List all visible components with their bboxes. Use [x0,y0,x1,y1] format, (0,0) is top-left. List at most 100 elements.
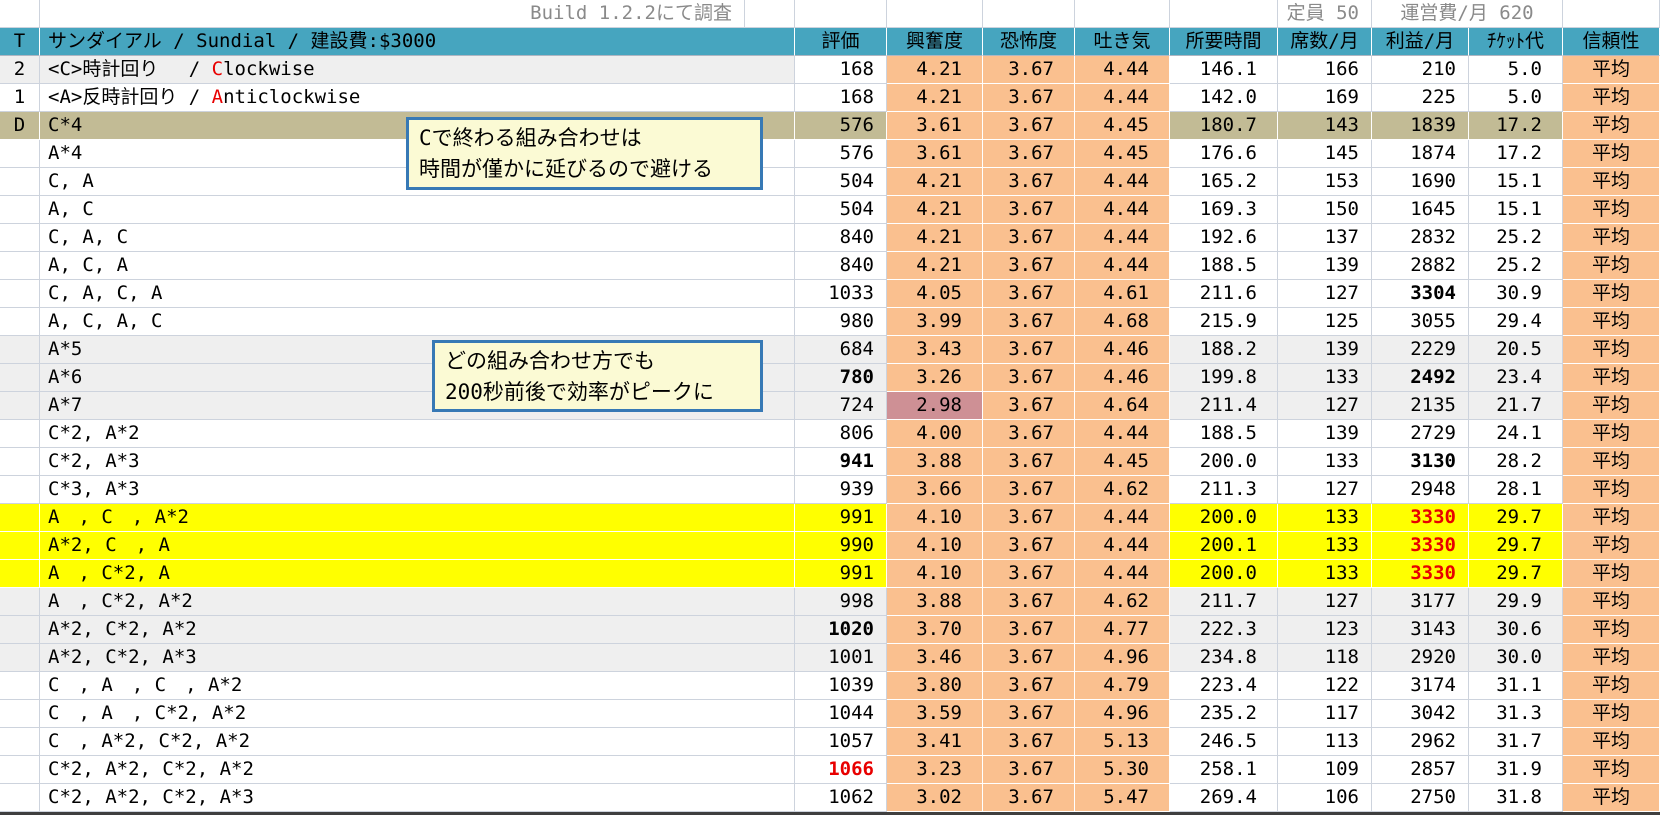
cell-profit-per-month[interactable]: 2135 [1372,392,1469,420]
cell-seats-per-month[interactable]: 118 [1278,644,1372,672]
cell-reliability[interactable]: 平均 [1563,728,1660,756]
cell-profit-per-month[interactable]: 2832 [1372,224,1469,252]
cell-combination-name[interactable]: A*2, C , A [40,532,795,560]
cell-combination-name[interactable]: A*2, C*2, A*3 [40,644,795,672]
cell-fear[interactable]: 3.67 [983,532,1075,560]
cell-duration[interactable]: 215.9 [1170,308,1278,336]
cell-ticket-price[interactable]: 15.1 [1469,168,1563,196]
cell-fear[interactable]: 3.67 [983,308,1075,336]
cell-reliability[interactable]: 平均 [1563,532,1660,560]
cell-rating[interactable]: 1039 [795,672,887,700]
cell-fear[interactable]: 3.67 [983,364,1075,392]
cell-seats-per-month[interactable]: 133 [1278,448,1372,476]
cell-ticket-price[interactable]: 29.7 [1469,532,1563,560]
cell-excitement[interactable]: 3.23 [887,756,983,784]
cell-ticket-price[interactable]: 28.1 [1469,476,1563,504]
cell-duration[interactable]: 200.0 [1170,504,1278,532]
cell-ticket-price[interactable]: 31.1 [1469,672,1563,700]
cell-profit-per-month[interactable]: 2948 [1372,476,1469,504]
cell-combination-name[interactable]: C, A, C, A [40,280,795,308]
cell-excitement[interactable]: 4.21 [887,168,983,196]
cell-t[interactable] [0,476,40,504]
cell-profit-per-month[interactable]: 225 [1372,84,1469,112]
cell-profit-per-month[interactable]: 3330 [1372,532,1469,560]
cell-ticket-price[interactable]: 29.7 [1469,560,1563,588]
cell-reliability[interactable]: 平均 [1563,672,1660,700]
cell-ticket-price[interactable]: 29.9 [1469,588,1563,616]
cell-duration[interactable]: 188.5 [1170,420,1278,448]
cell-reliability[interactable]: 平均 [1563,280,1660,308]
cell-seats-per-month[interactable]: 133 [1278,532,1372,560]
cell-fear[interactable]: 3.67 [983,560,1075,588]
cell-duration[interactable]: 180.7 [1170,112,1278,140]
cell-reliability[interactable]: 平均 [1563,644,1660,672]
cell-seats-per-month[interactable]: 139 [1278,336,1372,364]
callout-efficiency-peak-200s[interactable]: どの組み合わせ方でも 200秒前後で効率がピークに [432,340,763,412]
cell-ticket-price[interactable]: 25.2 [1469,252,1563,280]
cell-seats-per-month[interactable]: 127 [1278,588,1372,616]
cell-excitement[interactable]: 3.88 [887,448,983,476]
cell-t[interactable] [0,392,40,420]
cell-combination-name[interactable]: C*2, A*2, C*2, A*2 [40,756,795,784]
cell-t[interactable] [0,532,40,560]
build-note[interactable]: Build 1.2.2にて調査 [40,0,745,28]
cell-profit-per-month[interactable]: 2920 [1372,644,1469,672]
cell-combination-name[interactable]: C*2, A*2 [40,420,795,448]
cell-excitement[interactable]: 4.21 [887,84,983,112]
cell-combination-name[interactable]: <A>反時計回り / Anticlockwise [40,84,795,112]
cell-profit-per-month[interactable]: 2857 [1372,756,1469,784]
cell-blank[interactable] [983,0,1075,28]
cell-t[interactable] [0,308,40,336]
cell-seats-per-month[interactable]: 145 [1278,140,1372,168]
cell-reliability[interactable]: 平均 [1563,448,1660,476]
cell-fear[interactable]: 3.67 [983,392,1075,420]
cell-profit-per-month[interactable]: 3143 [1372,616,1469,644]
cell-profit-per-month[interactable]: 210 [1372,56,1469,84]
cell-t[interactable] [0,224,40,252]
cell-t[interactable] [0,420,40,448]
cell-fear[interactable]: 3.67 [983,420,1075,448]
callout-avoid-ending-with-c[interactable]: Cで終わる組み合わせは 時間が僅かに延びるので避ける [406,117,763,190]
cell-excitement[interactable]: 3.66 [887,476,983,504]
cell-rating[interactable]: 168 [795,84,887,112]
cell-ticket-price[interactable]: 20.5 [1469,336,1563,364]
cell-reliability[interactable]: 平均 [1563,364,1660,392]
cell-nausea[interactable]: 4.61 [1075,280,1170,308]
cell-nausea[interactable]: 4.44 [1075,504,1170,532]
cell-fear[interactable]: 3.67 [983,56,1075,84]
cell-profit-per-month[interactable]: 2729 [1372,420,1469,448]
cell-duration[interactable]: 165.2 [1170,168,1278,196]
cell-excitement[interactable]: 4.21 [887,56,983,84]
cell-nausea[interactable]: 4.64 [1075,392,1170,420]
cell-combination-name[interactable]: C , A*2, C*2, A*2 [40,728,795,756]
cell-duration[interactable]: 211.7 [1170,588,1278,616]
cell-fear[interactable]: 3.67 [983,616,1075,644]
cell-fear[interactable]: 3.67 [983,112,1075,140]
cell-nausea[interactable]: 4.44 [1075,532,1170,560]
cell-t[interactable] [0,196,40,224]
cell-combination-name[interactable]: C*2, A*3 [40,448,795,476]
cell-seats-per-month[interactable]: 133 [1278,560,1372,588]
col-header-nausea[interactable]: 吐き気 [1075,28,1170,56]
cell-duration[interactable]: 200.0 [1170,448,1278,476]
cell-excitement[interactable]: 4.10 [887,560,983,588]
cell-duration[interactable]: 258.1 [1170,756,1278,784]
cell-nausea[interactable]: 4.45 [1075,140,1170,168]
cell-nausea[interactable]: 4.96 [1075,644,1170,672]
cell-duration[interactable]: 211.6 [1170,280,1278,308]
cell-combination-name[interactable]: A , C*2, A*2 [40,588,795,616]
cell-t[interactable] [0,588,40,616]
cell-ticket-price[interactable]: 25.2 [1469,224,1563,252]
cell-duration[interactable]: 146.1 [1170,56,1278,84]
cell-t[interactable] [0,672,40,700]
cell-combination-name[interactable]: C , A , C , A*2 [40,672,795,700]
cell-rating[interactable]: 1033 [795,280,887,308]
cell-combination-name[interactable]: A, C, A, C [40,308,795,336]
cell-duration[interactable]: 269.4 [1170,784,1278,812]
cell-fear[interactable]: 3.67 [983,140,1075,168]
cell-rating[interactable]: 576 [795,140,887,168]
cell-seats-per-month[interactable]: 169 [1278,84,1372,112]
cell-nausea[interactable]: 4.44 [1075,56,1170,84]
cell-nausea[interactable]: 4.46 [1075,364,1170,392]
cell-fear[interactable]: 3.67 [983,728,1075,756]
